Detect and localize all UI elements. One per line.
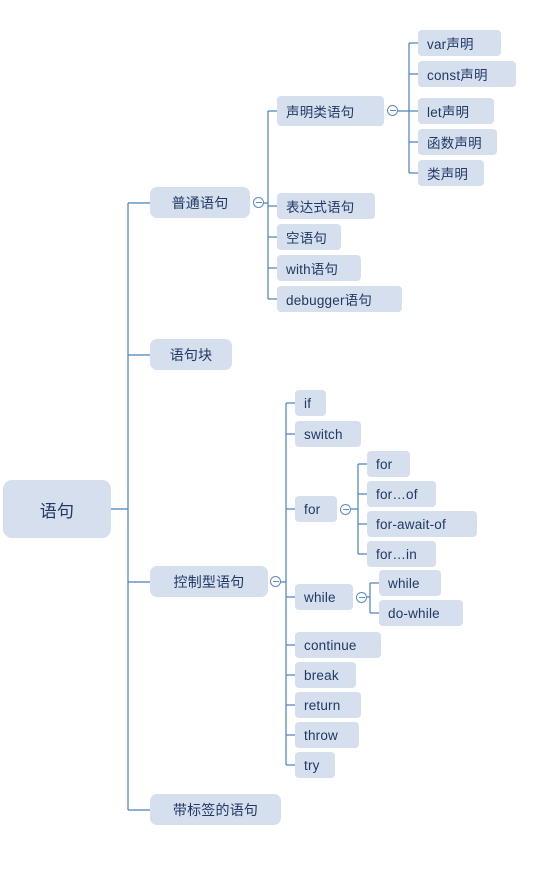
- node-label: break: [304, 667, 339, 683]
- node-for[interactable]: for: [295, 496, 337, 522]
- node-label: switch: [304, 426, 343, 442]
- node-label: if: [304, 395, 312, 411]
- node-kongzhixing-yuju[interactable]: 控制型语句: [150, 566, 268, 597]
- node-label: continue: [304, 637, 357, 653]
- node-for-classic[interactable]: for: [367, 451, 410, 477]
- node-label: 语句块: [169, 346, 213, 363]
- node-label: 控制型语句: [173, 573, 245, 590]
- node-for-in[interactable]: for…in: [367, 541, 436, 567]
- node-label: for: [304, 501, 321, 517]
- node-if[interactable]: if: [295, 390, 326, 416]
- node-label: for…of: [376, 486, 418, 502]
- node-with-yuju[interactable]: with语句: [277, 255, 361, 281]
- node-daibiaoqian-yuju[interactable]: 带标签的语句: [150, 794, 281, 825]
- node-label: 普通语句: [171, 194, 229, 211]
- node-label: 带标签的语句: [172, 801, 259, 818]
- node-label: while: [388, 575, 420, 591]
- node-return[interactable]: return: [295, 692, 361, 718]
- node-label: 语句: [39, 501, 75, 521]
- node-switch[interactable]: switch: [295, 421, 361, 447]
- node-label: return: [304, 697, 341, 713]
- node-for-await-of[interactable]: for-await-of: [367, 511, 477, 537]
- node-biaodashi-yuju[interactable]: 表达式语句: [277, 193, 375, 219]
- node-label: try: [304, 757, 320, 773]
- node-label: with语句: [286, 262, 339, 277]
- collapse-toggle-putong-yuju[interactable]: [253, 197, 264, 208]
- node-debugger-yuju[interactable]: debugger语句: [277, 286, 402, 312]
- node-label: var声明: [427, 37, 474, 52]
- node-break[interactable]: break: [295, 662, 356, 688]
- collapse-toggle-while[interactable]: [356, 592, 367, 603]
- node-while-loop[interactable]: while: [379, 570, 441, 596]
- node-hanshu-shengming[interactable]: 函数声明: [418, 129, 497, 155]
- node-const-shengming[interactable]: const声明: [418, 61, 516, 87]
- node-label: for…in: [376, 546, 417, 562]
- node-label: for: [376, 456, 393, 472]
- node-label: debugger语句: [286, 293, 373, 308]
- node-try[interactable]: try: [295, 752, 335, 778]
- node-shengmingle-yuju[interactable]: 声明类语句: [277, 96, 384, 126]
- collapse-toggle-for[interactable]: [340, 504, 351, 515]
- node-lei-shengming[interactable]: 类声明: [418, 160, 484, 186]
- node-for-of[interactable]: for…of: [367, 481, 436, 507]
- node-label: do-while: [388, 605, 440, 621]
- node-putong-yuju[interactable]: 普通语句: [150, 187, 250, 218]
- node-label: let声明: [427, 105, 470, 120]
- node-label: 声明类语句: [286, 105, 355, 120]
- collapse-toggle-kongzhixing-yuju[interactable]: [270, 576, 281, 587]
- node-continue[interactable]: continue: [295, 632, 381, 658]
- node-kong-yuju[interactable]: 空语句: [277, 224, 341, 250]
- node-label: 函数声明: [427, 136, 482, 151]
- node-do-while[interactable]: do-while: [379, 600, 463, 626]
- collapse-toggle-shengmingle-yuju[interactable]: [387, 105, 398, 116]
- mindmap-canvas: 语句 普通语句 语句块 控制型语句 带标签的语句 声明类语句 表达式语句 空语句…: [0, 0, 555, 872]
- node-label: throw: [304, 727, 339, 743]
- node-throw[interactable]: throw: [295, 722, 359, 748]
- node-while[interactable]: while: [295, 584, 353, 610]
- node-label: for-await-of: [376, 516, 446, 532]
- node-label: while: [304, 589, 336, 605]
- node-yujukuai[interactable]: 语句块: [150, 339, 232, 370]
- node-let-shengming[interactable]: let声明: [418, 98, 494, 124]
- node-var-shengming[interactable]: var声明: [418, 30, 501, 56]
- node-label: 表达式语句: [286, 200, 355, 215]
- node-root[interactable]: 语句: [3, 480, 111, 538]
- node-label: 空语句: [286, 231, 328, 246]
- node-label: 类声明: [427, 167, 469, 182]
- node-label: const声明: [427, 68, 488, 83]
